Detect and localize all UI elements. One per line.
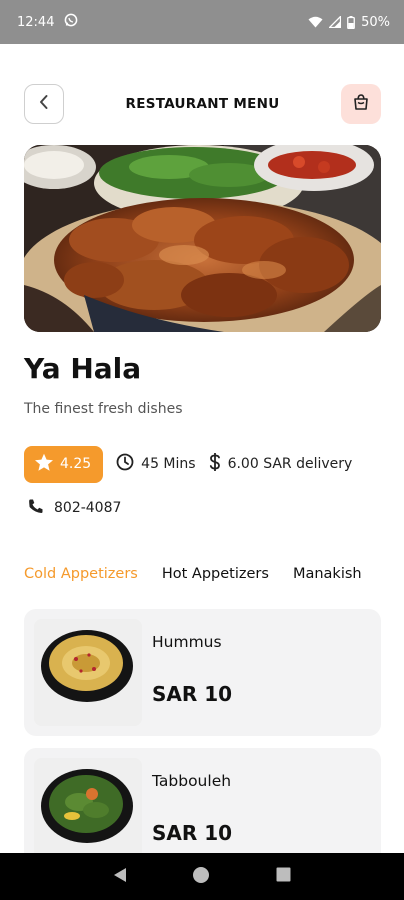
phone-number: 802-4087 xyxy=(54,500,122,516)
app-header: RESTAURANT MENU xyxy=(24,84,381,124)
tab-hot-appetizers[interactable]: Hot Appetizers xyxy=(162,566,269,582)
phone-row[interactable]: 802-4087 xyxy=(28,498,121,518)
home-circle-icon[interactable] xyxy=(192,866,210,888)
rating-badge: 4.25 xyxy=(24,445,104,483)
clock-icon xyxy=(116,453,134,475)
delivery-fee-label: 6.00 SAR delivery xyxy=(227,456,353,472)
menu-item-price: SAR 10 xyxy=(152,682,233,706)
menu-item-price: SAR 10 xyxy=(152,821,233,845)
phone-icon xyxy=(28,498,44,518)
restaurant-name: Ya Hala xyxy=(24,352,142,385)
chevron-left-icon xyxy=(38,94,50,114)
signal-icon xyxy=(329,16,342,28)
restaurant-tagline: The finest fresh dishes xyxy=(24,401,183,417)
tabbouleh-image xyxy=(34,758,142,865)
recents-square-icon[interactable] xyxy=(276,867,291,886)
shopping-bag-icon xyxy=(351,92,371,116)
whatsapp-icon xyxy=(64,13,78,31)
menu-item-card[interactable]: Hummus SAR 10 xyxy=(24,609,381,736)
category-tabs: Cold Appetizers Hot Appetizers Manakish xyxy=(24,566,362,582)
star-icon xyxy=(34,453,54,476)
restaurant-hero-image xyxy=(24,145,381,332)
rating-value: 4.25 xyxy=(60,456,92,472)
wifi-icon xyxy=(308,16,323,28)
hummus-image xyxy=(34,619,142,726)
tab-cold-appetizers[interactable]: Cold Appetizers xyxy=(24,566,138,582)
restaurant-info-row: 4.25 45 Mins 6.00 SAR delivery xyxy=(24,445,352,483)
page-title: RESTAURANT MENU xyxy=(125,96,280,112)
delivery-fee: 6.00 SAR delivery xyxy=(209,452,353,476)
tab-manakish[interactable]: Manakish xyxy=(293,566,362,582)
delivery-time: 45 Mins xyxy=(116,453,196,475)
back-button[interactable] xyxy=(24,84,64,124)
menu-item-name: Tabbouleh xyxy=(152,772,232,790)
cart-button[interactable] xyxy=(341,84,381,124)
back-triangle-icon[interactable] xyxy=(113,867,127,887)
battery-percent: 50% xyxy=(361,14,390,30)
menu-item-name: Hummus xyxy=(152,633,222,651)
status-time: 12:44 xyxy=(17,14,55,30)
status-bar: 12:44 50% xyxy=(0,0,404,44)
system-nav-bar xyxy=(0,853,404,900)
battery-icon xyxy=(347,15,355,29)
delivery-time-label: 45 Mins xyxy=(141,456,196,472)
dollar-icon xyxy=(209,452,221,476)
